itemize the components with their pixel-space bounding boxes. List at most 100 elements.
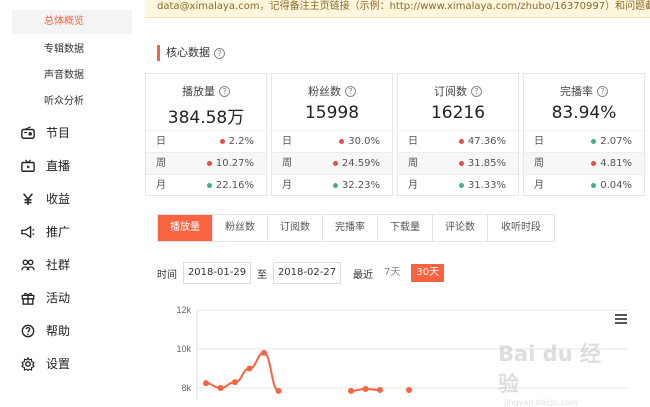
- data-point[interactable]: [232, 379, 238, 386]
- sidebar-sub-item-sound-data[interactable]: 声音数据: [12, 64, 132, 88]
- stat-row-period: 月: [408, 180, 418, 191]
- help-circle-icon[interactable]: ?: [219, 85, 230, 97]
- help-icon: [20, 323, 36, 339]
- stat-card-plays: 播放量? 384.58万 日 2.2% 周 10.27% 月 22.16%: [145, 73, 267, 196]
- megaphone-icon: [20, 224, 36, 240]
- stat-row-period: 日: [282, 136, 292, 147]
- trend-dot-icon: [591, 138, 597, 144]
- data-point[interactable]: [275, 387, 282, 394]
- data-point[interactable]: [406, 386, 412, 393]
- stat-row-period: 周: [282, 158, 292, 169]
- sidebar: 总体概览 专辑数据 声音数据 听众分析 节目 直播 收益 推广 社群 活动 帮助…: [0, 0, 140, 400]
- data-point[interactable]: [348, 387, 354, 394]
- sidebar-sub-item-album-data[interactable]: 专辑数据: [12, 38, 132, 62]
- data-point[interactable]: [261, 349, 267, 356]
- stat-row-value: 2.2%: [228, 136, 254, 147]
- stat-row-period: 月: [282, 180, 292, 191]
- stat-card-label: 播放量: [182, 85, 215, 98]
- stat-row-month: 月 0.04%: [524, 174, 644, 196]
- trend-dot-icon: [591, 160, 597, 166]
- y-tick-label: 10k: [176, 344, 191, 354]
- stat-row-day: 日 2.2%: [146, 130, 266, 152]
- stat-row-month: 月 32.23%: [272, 174, 392, 196]
- trend-dot-icon: [458, 160, 464, 166]
- stat-row-week: 周 10.27%: [146, 152, 266, 174]
- stat-row-value: 0.04%: [600, 180, 632, 191]
- sidebar-item-promotion[interactable]: 推广: [20, 221, 70, 243]
- help-circle-icon[interactable]: ?: [345, 85, 356, 97]
- tab-completion[interactable]: 完播率: [323, 215, 378, 241]
- trend-dot-icon: [219, 138, 225, 144]
- start-date-input[interactable]: 2018-01-29: [183, 262, 251, 284]
- help-circle-icon[interactable]: ?: [471, 85, 482, 97]
- series-line: [206, 353, 409, 391]
- range-30-days-button[interactable]: 30天: [411, 264, 445, 282]
- tab-fans[interactable]: 粉丝数: [213, 215, 268, 241]
- stat-row-period: 月: [534, 180, 544, 191]
- stat-row-value: 30.0%: [348, 136, 380, 147]
- stat-row-month: 月 22.16%: [146, 174, 266, 196]
- stat-card-fans: 粉丝数? 15998 日 30.0% 周 24.59% 月 32.23%: [271, 73, 393, 196]
- stat-row-period: 月: [156, 180, 166, 191]
- stat-row-day: 日 2.07%: [524, 130, 644, 152]
- tab-subscriptions[interactable]: 订阅数: [268, 215, 323, 241]
- sidebar-item-programs[interactable]: 节目: [20, 122, 70, 144]
- to-label: 至: [257, 269, 267, 281]
- radio-icon: [20, 125, 36, 141]
- end-date-input[interactable]: 2018-02-27: [273, 262, 341, 284]
- stat-row-period: 日: [156, 136, 166, 147]
- sidebar-item-community[interactable]: 社群: [20, 254, 70, 276]
- trend-dot-icon: [591, 182, 597, 188]
- sidebar-sub-item-overview[interactable]: 总体概览: [12, 10, 132, 34]
- chart-menu-icon[interactable]: [615, 314, 627, 324]
- range-7-days-button[interactable]: 7天: [379, 264, 405, 282]
- sidebar-item-label: 帮助: [46, 324, 71, 338]
- date-filter: 时间 2018-01-29 至 2018-02-27 最近 7天 30天: [157, 262, 445, 284]
- sidebar-item-events[interactable]: 活动: [20, 287, 70, 309]
- stat-row-value: 4.81%: [600, 158, 632, 169]
- tab-comments[interactable]: 评论数: [433, 215, 488, 241]
- sidebar-item-label: 设置: [46, 357, 71, 371]
- watermark-text: Bai du 经验: [498, 342, 601, 396]
- tab-downloads[interactable]: 下载量: [378, 215, 433, 241]
- sidebar-sub-item-audience[interactable]: 听众分析: [12, 90, 132, 114]
- help-circle-icon[interactable]: ?: [214, 47, 225, 59]
- stat-row-value: 31.33%: [467, 180, 506, 191]
- stat-row-day: 日 47.36%: [398, 130, 518, 152]
- stat-row-week: 周 24.59%: [272, 152, 392, 174]
- data-point[interactable]: [377, 386, 383, 393]
- stat-card-subscriptions: 订阅数? 16216 日 47.36% 周 31.85% 月 31.33%: [397, 73, 519, 196]
- stat-row-value: 22.16%: [215, 180, 254, 191]
- sidebar-item-help[interactable]: 帮助: [20, 320, 70, 342]
- stat-row-value: 24.59%: [341, 158, 380, 169]
- stat-card-value: 15998: [304, 103, 360, 123]
- watermark: Bai du 经验 jingyan.baidu.com: [498, 338, 608, 407]
- stat-row-value: 10.27%: [215, 158, 254, 169]
- sidebar-item-label: 节目: [46, 126, 71, 140]
- sidebar-item-earnings[interactable]: 收益: [20, 188, 70, 210]
- data-point[interactable]: [203, 380, 209, 387]
- sidebar-item-label: 活动: [46, 291, 71, 305]
- sidebar-item-label: 社群: [46, 258, 71, 272]
- data-point[interactable]: [246, 365, 253, 372]
- sidebar-item-settings[interactable]: 设置: [20, 353, 70, 375]
- yen-icon: [20, 191, 36, 207]
- section-title-text: 核心数据: [166, 46, 210, 59]
- sidebar-item-live[interactable]: 直播: [20, 155, 70, 177]
- group-icon: [20, 257, 36, 273]
- tab-plays[interactable]: 播放量: [158, 215, 213, 241]
- trend-dot-icon: [206, 182, 212, 188]
- data-point[interactable]: [217, 385, 224, 391]
- trend-dot-icon: [332, 182, 338, 188]
- sidebar-item-label: 收益: [46, 192, 71, 206]
- stat-row-period: 周: [156, 158, 166, 169]
- help-circle-icon[interactable]: ?: [597, 85, 608, 97]
- stat-row-value: 31.85%: [467, 158, 506, 169]
- stat-card-label: 订阅数: [434, 85, 467, 98]
- stat-row-value: 32.23%: [341, 180, 380, 191]
- tab-listening-hours[interactable]: 收听时段: [488, 215, 554, 241]
- data-point[interactable]: [362, 385, 369, 392]
- watermark-url: jingyan.baidu.com: [504, 398, 578, 407]
- stat-row-day: 日 30.0%: [272, 130, 392, 152]
- stat-row-period: 日: [408, 136, 418, 147]
